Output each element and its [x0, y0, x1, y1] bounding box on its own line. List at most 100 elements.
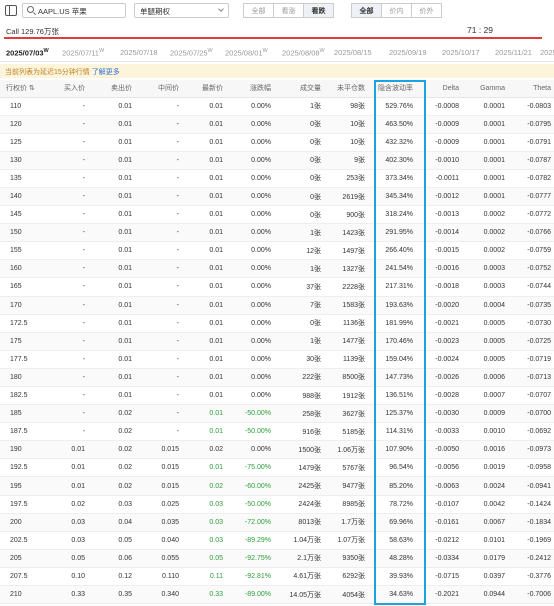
table-row[interactable]: 187.5-0.02-0.01 -50.00% 916张 5185张 114.31% -0…: [0, 422, 554, 442]
expiry-tab[interactable]: 2025/08/08W: [282, 48, 325, 58]
filter-moneyness-button-0[interactable]: 全部: [351, 3, 382, 18]
cell-gamma: 0.0003: [462, 277, 508, 297]
expiry-tab[interactable]: 2025/10/17: [442, 48, 480, 57]
table-row[interactable]: 135-0.01-0.01 0.00% 0张 253张 373.34% -0.0011 0.…: [0, 169, 554, 188]
cell-open-interest: 1.7万张: [324, 513, 368, 532]
cell-delta: -0.0009: [416, 115, 462, 134]
table-row[interactable]: 190 0.01 0.02 0.015 0.02 0.00% 1500张 1.06万张 107.…: [0, 440, 554, 460]
header-delta[interactable]: Delta: [416, 80, 462, 98]
table-row[interactable]: 180-0.01-0.01 0.00% 222张 8500张 147.73% -0.002…: [0, 368, 554, 388]
cell-gamma: 0.0397: [462, 567, 508, 587]
cell-volume: 14.05万张: [274, 585, 324, 605]
table-row[interactable]: 185-0.02-0.01 -50.00% 258张 3627张 125.37% -0.0…: [0, 404, 554, 424]
cell-last: 0.33: [182, 585, 226, 605]
cell-mid: -: [135, 151, 182, 170]
expiry-tab[interactable]: 2025/08/15: [334, 48, 372, 57]
symbol-search-input[interactable]: AAPL.US 苹果: [22, 3, 126, 18]
table-row[interactable]: 207.5 0.10 0.12 0.110 0.11 -92.81% 4.61万张 6292张…: [0, 567, 554, 587]
cell-mid: -: [135, 314, 182, 333]
table-row[interactable]: 165-0.01-0.01 0.00% 37张 2228张 217.31% -0.0018…: [0, 277, 554, 297]
expiry-tab[interactable]: 2025/07/25W: [170, 48, 213, 58]
table-row[interactable]: 170-0.01-0.01 0.00% 7张 1583张 193.63% -0.0020 0…: [0, 296, 554, 315]
table-row[interactable]: 150-0.01-0.01 0.00% 1张 1423张 291.95% -0.0014 0…: [0, 223, 554, 243]
table-row[interactable]: 192.5 0.01 0.02 0.015 0.01 -75.00% 1479张 5767张 9…: [0, 458, 554, 478]
cell-ask: 0.02: [88, 440, 135, 460]
cell-change-pct: -60.00%: [226, 476, 274, 496]
cell-volume: 1.04万张: [274, 531, 324, 550]
table-row[interactable]: 125-0.01-0.01 0.00% 0张 10张 432.32% -0.0009 0.0…: [0, 133, 554, 152]
table-row[interactable]: 175-0.01-0.01 0.00% 1张 1477张 170.46% -0.0023 0…: [0, 332, 554, 351]
expiry-tab[interactable]: 2025/09/19: [389, 48, 427, 57]
header-bid[interactable]: 买入价: [48, 80, 88, 98]
cell-delta: -0.0024: [416, 350, 462, 369]
table-row[interactable]: 205 0.05 0.06 0.055 0.05 -92.75% 2.1万张 9350张 48.…: [0, 549, 554, 568]
cell-mid: -: [135, 277, 182, 297]
table-row[interactable]: 172.5-0.01-0.01 0.00% 0张 1136张 181.99% -0.002…: [0, 314, 554, 333]
cell-change-pct: 0.00%: [226, 259, 274, 279]
header-ask[interactable]: 卖出价: [88, 80, 135, 98]
cell-open-interest: 1.07万张: [324, 531, 368, 550]
cell-strike: 207.5: [0, 567, 48, 587]
table-row[interactable]: 195 0.01 0.02 0.015 0.02 -60.00% 2425张 9477张 85.…: [0, 476, 554, 496]
table-row[interactable]: 177.5-0.01-0.01 0.00% 30张 1139张 159.04% -0.00…: [0, 350, 554, 369]
header-open-interest[interactable]: 未平仓数: [324, 80, 368, 98]
cell-ask: 0.02: [88, 404, 135, 424]
sidebar-toggle-icon[interactable]: [5, 5, 17, 16]
filter-call-put-button-0[interactable]: 全部: [243, 3, 274, 18]
expiry-tab[interactable]: 2025: [540, 48, 554, 57]
filter-call-put-button-1[interactable]: 看涨: [273, 3, 304, 18]
header-volume[interactable]: 成交量: [274, 80, 324, 98]
filter-moneyness-button-1[interactable]: 价内: [381, 3, 412, 18]
expiry-tab[interactable]: 2025/11/21: [495, 48, 532, 57]
cell-implied-volatility: 136.51%: [368, 386, 416, 406]
cell-theta: -0.0730: [508, 314, 554, 333]
table-row[interactable]: 160-0.01-0.01 0.00% 1张 1327张 241.54% -0.0016 0…: [0, 259, 554, 279]
table-row[interactable]: 202.5 0.03 0.05 0.040 0.03 -89.29% 1.04万张 1.07万…: [0, 531, 554, 550]
strategy-select[interactable]: 单腿期权: [134, 3, 229, 18]
filter-moneyness-button-2[interactable]: 价外: [411, 3, 442, 18]
cell-ask: 0.01: [88, 241, 135, 261]
cell-volume: 1479张: [274, 458, 324, 478]
table-row[interactable]: 200 0.03 0.04 0.035 0.03 -72.00% 8013张 1.7万张 69.…: [0, 513, 554, 532]
cell-volume: 0张: [274, 205, 324, 225]
table-row[interactable]: 110-0.01-0.01 0.00% 1张 98张 529.76% -0.0008 0.0…: [0, 97, 554, 116]
expiry-tab[interactable]: 2025/08/01W: [225, 48, 268, 58]
expiry-tab[interactable]: 2025/07/03W: [6, 48, 49, 58]
cell-bid: -: [48, 404, 88, 424]
header-theta[interactable]: Theta: [508, 80, 554, 98]
header-mid[interactable]: 中间价: [135, 80, 182, 98]
table-row[interactable]: 145-0.01-0.01 0.00% 0张 900张 318.24% -0.0013 0.…: [0, 205, 554, 225]
cell-volume: 2424张: [274, 495, 324, 514]
cell-ask: 0.01: [88, 97, 135, 116]
expiry-tab[interactable]: 2025/07/11W: [62, 48, 104, 58]
table-row[interactable]: 197.5 0.02 0.03 0.025 0.03 -50.00% 2424张 8985张 7…: [0, 495, 554, 514]
table-row[interactable]: 120-0.01-0.01 0.00% 0张 10张 463.50% -0.0009 0.0…: [0, 115, 554, 134]
cell-theta: -0.0791: [508, 133, 554, 152]
table-row[interactable]: 182.5-0.01-0.01 0.00% 988张 1912张 136.51% -0.0…: [0, 386, 554, 406]
header-strike[interactable]: 行权价 ⇅: [0, 80, 48, 98]
cell-bid: 0.03: [48, 531, 88, 550]
cell-open-interest: 1477张: [324, 332, 368, 351]
cell-strike: 187.5: [0, 422, 48, 442]
cell-bid: -: [48, 115, 88, 134]
table-row[interactable]: 210 0.33 0.35 0.340 0.33 -89.00% 14.05万张 4054张 3…: [0, 585, 554, 605]
cell-implied-volatility: 78.72%: [368, 495, 416, 514]
header-implied-volatility[interactable]: 隐含波动率: [368, 80, 416, 98]
expiry-tab[interactable]: 2025/07/18: [120, 48, 158, 57]
learn-more-link[interactable]: 了解更多: [92, 69, 120, 76]
cell-gamma: 0.0002: [462, 205, 508, 225]
cell-last: 0.01: [182, 458, 226, 478]
cell-last: 0.03: [182, 513, 226, 532]
cell-bid: -: [48, 97, 88, 116]
cell-last: 0.01: [182, 350, 226, 369]
table-row[interactable]: 140-0.01-0.01 0.00% 0张 2619张 345.34% -0.0012 0…: [0, 187, 554, 207]
filter-call-put-button-2[interactable]: 看跌: [303, 3, 334, 18]
header-last[interactable]: 最新价: [182, 80, 226, 98]
cell-ask: 0.01: [88, 205, 135, 225]
table-row[interactable]: 155-0.01-0.01 0.00% 12张 1497张 266.40% -0.0015…: [0, 241, 554, 261]
table-row[interactable]: 130-0.01-0.01 0.00% 0张 9张 402.30% -0.0010 0.00…: [0, 151, 554, 170]
cell-theta: -0.0735: [508, 296, 554, 315]
header-change-pct[interactable]: 涨跌幅: [226, 80, 274, 98]
cell-implied-volatility: 266.40%: [368, 241, 416, 261]
header-gamma[interactable]: Gamma: [462, 80, 508, 98]
